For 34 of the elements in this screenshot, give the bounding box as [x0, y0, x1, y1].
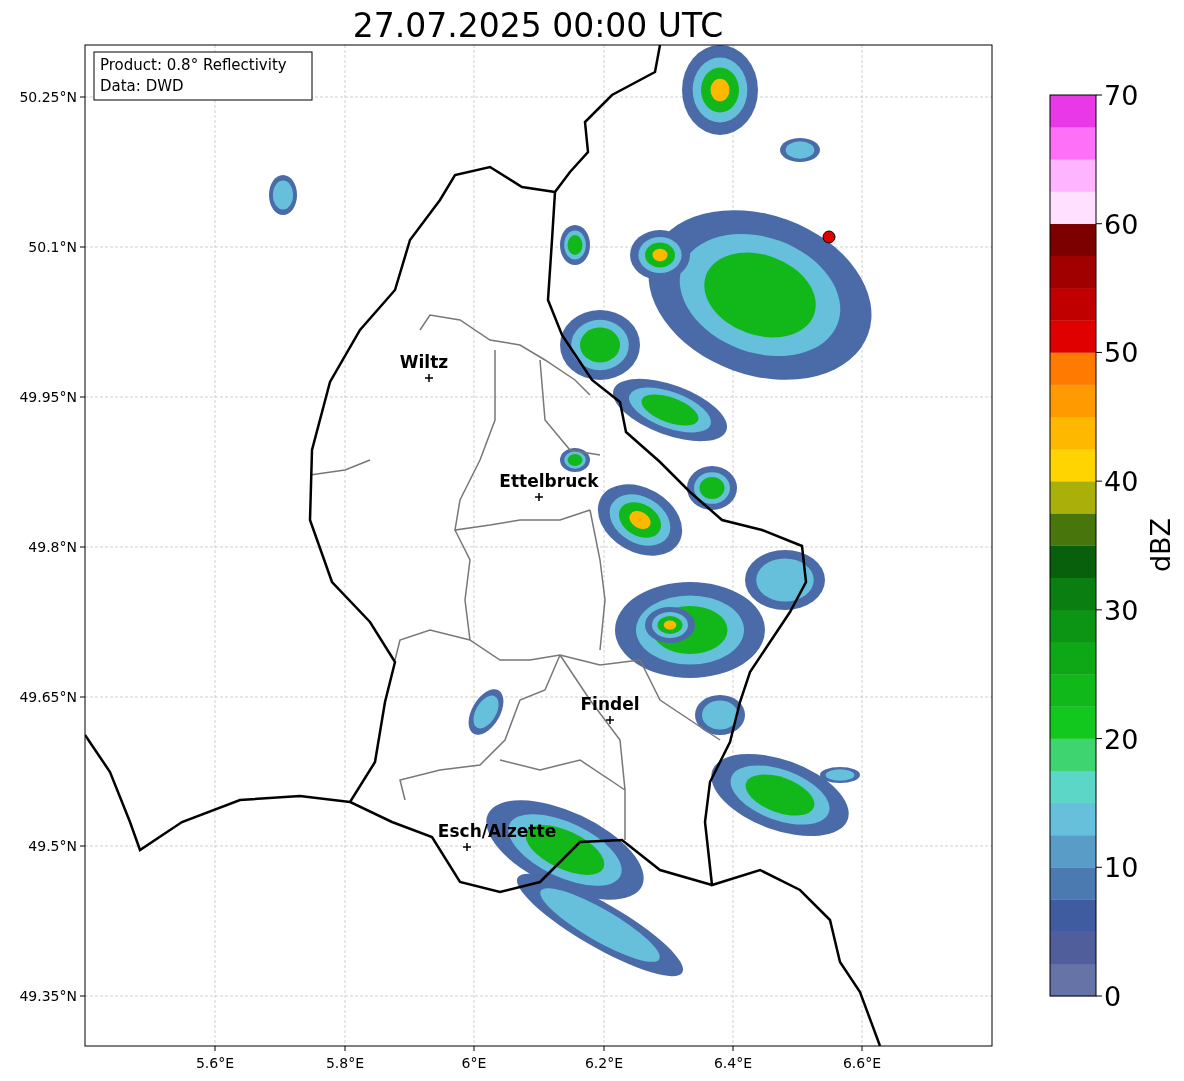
- x-tick-label: 5.8°E: [325, 1055, 365, 1071]
- colorbar-tick-label: 40: [1104, 466, 1139, 498]
- colorbar-tick-label: 20: [1104, 723, 1139, 755]
- y-tick-label: 49.5°N: [28, 838, 77, 854]
- colorbar-tick-label: 0: [1104, 981, 1122, 1012]
- colorbar-tick-label: 10: [1104, 852, 1139, 884]
- place-label: Wiltz: [399, 352, 449, 372]
- place-marker-icon: [605, 715, 615, 725]
- colorbar-tick-label: 60: [1104, 208, 1139, 240]
- x-tick-label: 6.6°E: [842, 1055, 882, 1071]
- info-text: Product: 0.8° Reflectivity: [100, 56, 287, 74]
- colorbar-label: dBZ: [1145, 517, 1176, 573]
- x-tick-label: 6.2°E: [584, 1055, 624, 1071]
- colorbar-tick-label: 50: [1104, 337, 1139, 369]
- y-tick-label: 49.95°N: [19, 389, 77, 405]
- x-tick-label: 6°E: [461, 1055, 487, 1071]
- place-label: Esch/Alzette: [437, 821, 557, 841]
- colorbar-tick-label: 30: [1104, 594, 1139, 626]
- place-label: Ettelbruck: [499, 471, 599, 491]
- x-tick-label: 6.4°E: [713, 1055, 753, 1071]
- place-label: Findel: [580, 694, 640, 714]
- y-tick-label: 50.1°N: [28, 239, 77, 255]
- place-marker-icon: [534, 492, 544, 502]
- info-text: Data: DWD: [100, 77, 184, 95]
- location-marker: [822, 230, 836, 244]
- y-tick-label: 50.25°N: [19, 89, 77, 105]
- chart-title: 27.07.2025 00:00 UTC: [352, 6, 724, 45]
- y-tick-label: 49.35°N: [19, 988, 77, 1004]
- place-marker-icon: [424, 373, 434, 383]
- y-tick-label: 49.65°N: [19, 689, 77, 705]
- x-tick-label: 5.6°E: [195, 1055, 235, 1071]
- place-marker-icon: [462, 842, 472, 852]
- colorbar-tick-label: 70: [1104, 80, 1139, 111]
- y-tick-label: 49.8°N: [28, 539, 77, 555]
